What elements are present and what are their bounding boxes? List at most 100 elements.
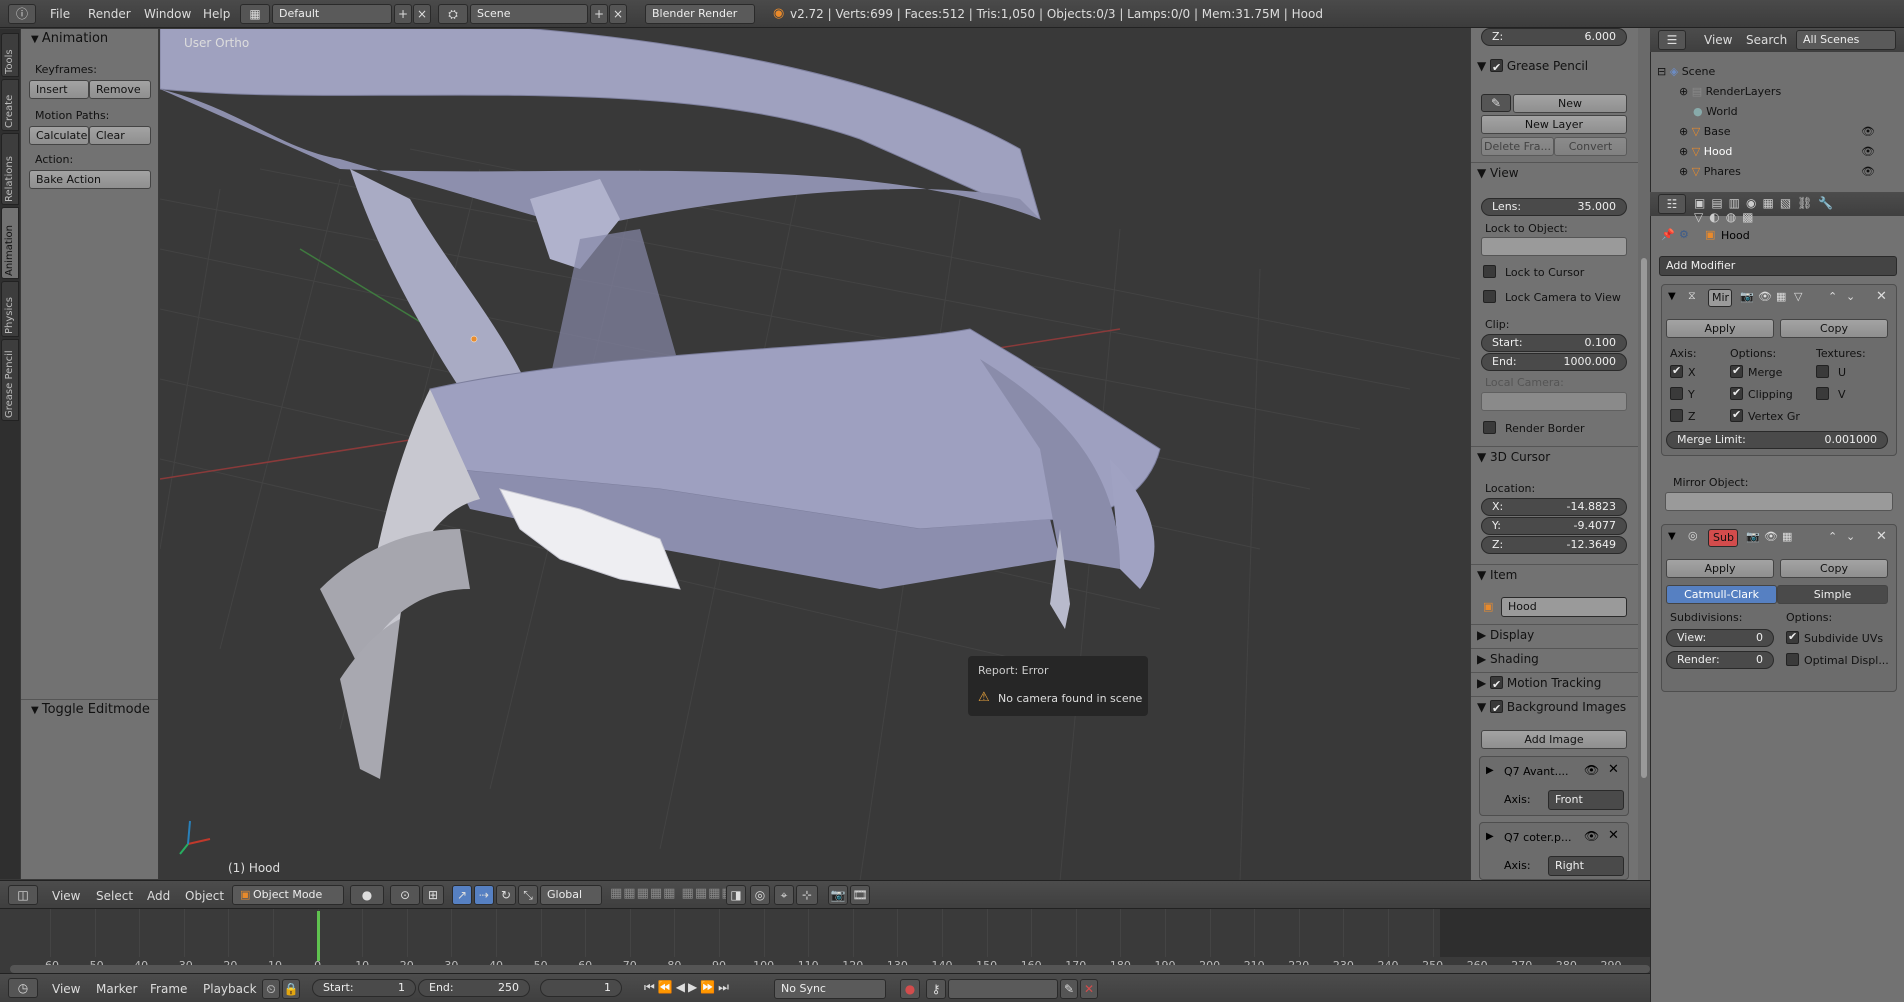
outliner-item-hood[interactable]: ⊕ ▽ Hood 👁 <box>1651 142 1904 162</box>
subsurf-apply-button[interactable]: Apply <box>1666 559 1774 578</box>
clip-start-field[interactable]: Start: 0.100 <box>1481 334 1627 352</box>
calculate-paths-button[interactable]: Calculate <box>29 126 89 145</box>
background-images-checkbox[interactable] <box>1490 699 1504 719</box>
scrollbar-thumb[interactable] <box>1641 258 1647 778</box>
pin-icon[interactable]: 📌 <box>1661 228 1675 241</box>
opengl-render-icon[interactable]: 📷 <box>828 885 848 905</box>
viewport-toggle-icon[interactable]: 👁 <box>1764 530 1778 543</box>
screen-layout-field[interactable]: Default <box>272 4 392 24</box>
insert-key-icon[interactable]: ✎ <box>1060 979 1078 999</box>
translate-icon[interactable]: ⇢ <box>474 885 494 905</box>
3d-cursor-panel-header[interactable]: ▼ 3D Cursor <box>1471 446 1638 466</box>
cursor-z-field[interactable]: Z: -12.3649 <box>1481 536 1627 554</box>
mirror-copy-button[interactable]: Copy <box>1780 319 1888 338</box>
timeline-editor-icon[interactable]: ◷ <box>8 978 38 998</box>
lock-range-icon[interactable]: 🔒 <box>282 979 300 999</box>
add-scene-icon[interactable]: + <box>590 4 608 24</box>
eye-icon[interactable]: 👁 <box>1584 829 1599 843</box>
marker-menu[interactable]: Marker <box>96 982 137 996</box>
keying-set-icon[interactable]: ⚷ <box>926 979 946 999</box>
rotate-icon[interactable]: ↻ <box>496 885 516 905</box>
scale-icon[interactable]: ⤡ <box>518 885 538 905</box>
grease-pencil-panel-header[interactable]: ▼ Grease Pencil <box>1471 56 1638 78</box>
pencil-icon[interactable]: ✎ <box>1481 94 1511 112</box>
add-image-button[interactable]: Add Image <box>1481 730 1627 749</box>
tab-relations[interactable]: Relations <box>1 133 19 205</box>
3d-viewport[interactable]: User Ortho (1) Hood <box>160 29 1470 881</box>
mirror-apply-button[interactable]: Apply <box>1666 319 1774 338</box>
visibility-eye-icon[interactable]: 👁 <box>1861 122 1875 142</box>
bg2-axis-select[interactable]: Right <box>1548 856 1624 876</box>
move-down-icon[interactable]: ⌄ <box>1846 530 1855 543</box>
editor-type-icon[interactable]: ◫ <box>8 885 38 905</box>
axis-z-checkbox[interactable] <box>1670 409 1683 422</box>
lock-camera-checkbox[interactable] <box>1483 290 1496 303</box>
timeline-scrollbar[interactable] <box>10 965 1650 973</box>
outliner-item-renderlayers[interactable]: ⊕ ▤ RenderLayers <box>1651 82 1904 102</box>
outliner-view-menu[interactable]: View <box>1704 33 1732 47</box>
mirror-object-field[interactable] <box>1665 492 1893 511</box>
tab-create[interactable]: Create <box>1 79 19 131</box>
object-menu[interactable]: Object <box>185 889 224 903</box>
render-toggle-icon[interactable]: 📷 <box>1740 290 1754 303</box>
editmode-toggle-icon[interactable]: ▦ <box>1782 530 1792 543</box>
subsurf-name-field[interactable]: Sub <box>1708 529 1738 547</box>
item-panel-header[interactable]: ▼ Item <box>1471 564 1638 584</box>
display-panel-header[interactable]: ▶ Display <box>1471 624 1638 644</box>
info-editor-icon[interactable]: ⓘ <box>8 4 36 24</box>
clipping-checkbox[interactable] <box>1730 386 1743 400</box>
eye-icon[interactable]: 👁 <box>1584 763 1599 777</box>
viewport-toggle-icon[interactable]: 👁 <box>1758 290 1772 303</box>
texture-v-checkbox[interactable] <box>1816 387 1829 400</box>
render-border-checkbox[interactable] <box>1483 421 1496 434</box>
grease-pencil-checkbox[interactable] <box>1490 58 1504 78</box>
viewport-shading-icon[interactable]: ● <box>350 885 384 905</box>
subsurf-copy-button[interactable]: Copy <box>1780 559 1888 578</box>
tab-tools[interactable]: Tools <box>1 33 19 77</box>
texture-u-checkbox[interactable] <box>1816 365 1829 378</box>
outliner-item-base[interactable]: ⊕ ▽ Base 👁 <box>1651 122 1904 142</box>
manipulator-icon[interactable]: ⊞ <box>422 885 444 905</box>
outliner-editor-icon[interactable]: ☰ <box>1658 30 1686 50</box>
shading-panel-header[interactable]: ▶ Shading <box>1471 648 1638 668</box>
motion-tracking-checkbox[interactable] <box>1490 675 1504 695</box>
toggle-editmode-panel[interactable]: ▼ Toggle Editmode <box>21 699 158 719</box>
snap-target-icon[interactable]: ⊹ <box>796 885 818 905</box>
screen-layout-icon[interactable]: ▦ <box>240 4 270 24</box>
delete-frame-button[interactable]: Delete Fra... <box>1481 137 1554 156</box>
tab-animation[interactable]: Animation <box>1 207 19 279</box>
render-levels-field[interactable]: Render: 0 <box>1666 651 1774 669</box>
tab-physics[interactable]: Physics <box>1 281 19 337</box>
bg1-axis-select[interactable]: Front <box>1548 790 1624 810</box>
origin-point[interactable] <box>470 335 478 343</box>
move-up-icon[interactable]: ⌃ <box>1828 530 1837 543</box>
add-modifier-select[interactable]: Add Modifier <box>1659 256 1897 276</box>
snap-icon[interactable]: ⌖ <box>774 885 794 905</box>
outliner-item-world[interactable]: ● World <box>1651 102 1904 122</box>
end-frame-field[interactable]: End: 250 <box>418 979 530 997</box>
new-layer-button[interactable]: New Layer <box>1481 115 1627 134</box>
add-layout-icon[interactable]: + <box>394 4 412 24</box>
playback-menu[interactable]: Playback <box>203 982 257 996</box>
tab-grease-pencil[interactable]: Grease Pencil <box>1 339 19 421</box>
properties-editor-icon[interactable]: ☷ <box>1658 194 1686 214</box>
preview-range-icon[interactable]: ⏲ <box>262 979 280 999</box>
record-icon[interactable]: ● <box>900 979 920 999</box>
outliner-search-menu[interactable]: Search <box>1746 33 1787 47</box>
mirror-name-field[interactable]: Mir <box>1708 289 1732 307</box>
playback-controls-icon[interactable]: ⏮⏪◀▶⏩⏭ <box>644 980 732 995</box>
vertex-groups-checkbox[interactable] <box>1730 408 1743 422</box>
collapse-icon[interactable]: ▼ <box>1668 531 1676 542</box>
simple-button[interactable]: Simple <box>1777 585 1888 604</box>
expand-bg2-icon[interactable]: ▶ <box>1486 831 1494 842</box>
optimal-display-checkbox[interactable] <box>1786 653 1799 666</box>
cursor-y-field[interactable]: Y: -9.4077 <box>1481 517 1627 535</box>
close-icon[interactable]: ✕ <box>1876 289 1887 304</box>
merge-limit-field[interactable]: Merge Limit: 0.001000 <box>1666 431 1888 449</box>
scene-field[interactable]: Scene <box>470 4 588 24</box>
timeline[interactable]: -60-50-40-30-20-100102030405060708090100… <box>0 908 1650 973</box>
axis-x-checkbox[interactable] <box>1670 364 1683 378</box>
frame-menu[interactable]: Frame <box>150 982 187 996</box>
close-icon[interactable]: ✕ <box>1876 529 1887 544</box>
remove-scene-icon[interactable]: × <box>609 4 627 24</box>
